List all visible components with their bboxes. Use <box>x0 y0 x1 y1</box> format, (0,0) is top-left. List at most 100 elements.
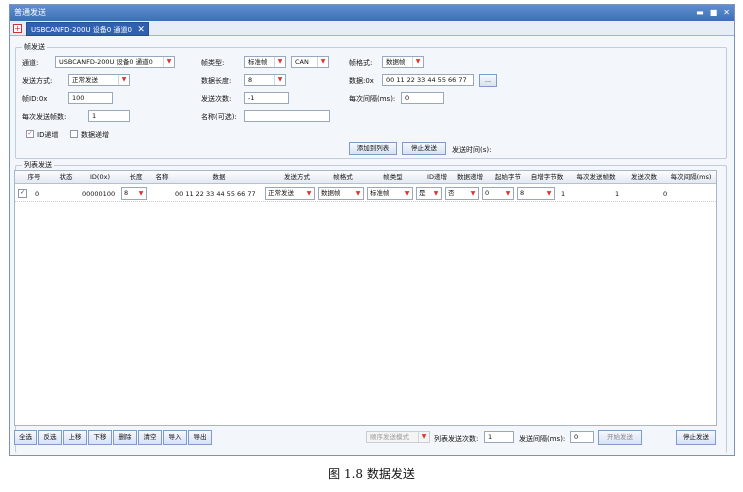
chevron-down-icon: ▼ <box>546 190 552 197</box>
row-count[interactable]: 1 <box>615 188 619 200</box>
delete-button[interactable]: 删除 <box>113 430 137 445</box>
frames-per-send-input[interactable]: 1 <box>88 110 130 122</box>
send-interval-input[interactable]: 0 <box>570 431 594 443</box>
protocol-value: CAN <box>295 58 309 66</box>
table-row[interactable]: ✓ 0 00000100 8 ▼ 00 11 22 33 44 55 66 77 … <box>15 185 716 202</box>
send-count-input[interactable]: -1 <box>244 92 289 104</box>
channel-select[interactable]: USBCANFD-200U 设备0 通道0 ▼ <box>55 56 175 68</box>
col-id-inc[interactable]: ID递增 <box>423 171 451 184</box>
row-select-checkbox[interactable]: ✓ <box>18 189 27 198</box>
col-status[interactable]: 状态 <box>53 171 79 184</box>
col-send-mode[interactable]: 发送方式 <box>277 171 317 184</box>
maximize-icon[interactable]: ■ <box>710 5 718 21</box>
row-id[interactable]: 00000100 <box>82 188 115 200</box>
list-stop-send-button[interactable]: 停止发送 <box>676 430 716 445</box>
frame-type-label: 帧类型: <box>201 59 225 67</box>
protocol-select[interactable]: CAN ▼ <box>291 56 329 68</box>
col-data-inc[interactable]: 数据递增 <box>453 171 487 184</box>
minimize-icon[interactable]: ▬ <box>696 5 704 21</box>
tab-close-icon[interactable]: ✕ <box>137 23 145 37</box>
frame-send-group: 帧发送 通道: USBCANFD-200U 设备0 通道0 ▼ 帧类型: 标准帧 ▼… <box>15 42 727 159</box>
data-input[interactable]: 00 11 22 33 44 55 66 77 <box>382 74 474 86</box>
chevron-down-icon: ▼ <box>418 432 429 442</box>
stop-send-button[interactable]: 停止发送 <box>402 142 446 155</box>
col-length[interactable]: 长度 <box>125 171 147 184</box>
row-inc-bytes-select[interactable]: 8 ▼ <box>517 187 555 200</box>
seq-mode-select[interactable]: 顺序发送模式 ▼ <box>366 431 430 443</box>
id-increment-label: ID递增 <box>37 131 59 139</box>
chevron-down-icon: ▼ <box>404 190 410 197</box>
start-send-button[interactable]: 开始发送 <box>598 430 642 445</box>
col-data[interactable]: 数据 <box>205 171 233 184</box>
table-header: 序号 状态 ID(0x) 长度 名称 数据 发送方式 帧格式 帧类型 ID递增 … <box>15 171 716 184</box>
col-frames-per-send[interactable]: 每次发送帧数 <box>571 171 621 184</box>
send-list-table[interactable]: 序号 状态 ID(0x) 长度 名称 数据 发送方式 帧格式 帧类型 ID递增 … <box>14 170 717 426</box>
data-increment-checkbox[interactable] <box>70 130 78 138</box>
data-length-label: 数据长度: <box>201 77 232 85</box>
col-name[interactable]: 名称 <box>151 171 173 184</box>
row-id-inc-select[interactable]: 是 ▼ <box>416 187 442 200</box>
add-tab-icon[interactable]: + <box>13 24 22 33</box>
select-all-button[interactable]: 全选 <box>14 430 37 445</box>
frame-id-input[interactable]: 100 <box>68 92 113 104</box>
col-index[interactable]: 序号 <box>23 171 45 184</box>
row-send-mode-value: 正常发送 <box>268 189 294 197</box>
col-start-byte[interactable]: 起始字节 <box>491 171 525 184</box>
interval-input[interactable]: 0 <box>401 92 444 104</box>
export-button[interactable]: 导出 <box>188 430 212 445</box>
close-icon[interactable]: ✕ <box>723 5 730 21</box>
list-toolbar: 全选 反选 上移 下移 删除 清空 导入 导出 顺序发送模式 ▼ 列表发送次数: … <box>14 430 717 446</box>
data-length-value: 8 <box>248 76 253 84</box>
row-data-inc-value: 否 <box>448 189 455 197</box>
row-send-mode-select[interactable]: 正常发送 ▼ <box>265 187 315 200</box>
row-length-value: 8 <box>124 189 129 197</box>
send-mode-label: 发送方式: <box>22 77 53 85</box>
col-frame-type[interactable]: 帧类型 <box>377 171 409 184</box>
name-input[interactable] <box>244 110 330 122</box>
chevron-down-icon: ▼ <box>412 57 423 67</box>
invert-select-button[interactable]: 反选 <box>38 430 62 445</box>
id-increment-checkbox[interactable]: ✓ <box>26 130 34 138</box>
frame-type-value: 标准帧 <box>248 58 268 66</box>
data-increment-label: 数据递增 <box>81 131 109 139</box>
send-mode-value: 正常发送 <box>72 76 98 84</box>
chevron-down-icon: ▼ <box>355 190 361 197</box>
row-frames[interactable]: 1 <box>561 188 565 200</box>
channel-value: USBCANFD-200U 设备0 通道0 <box>59 58 153 66</box>
frame-format-select[interactable]: 数据帧 ▼ <box>382 56 424 68</box>
col-inc-bytes[interactable]: 自增字节数 <box>527 171 567 184</box>
col-send-count[interactable]: 发送次数 <box>627 171 661 184</box>
channel-label: 通道: <box>22 59 39 67</box>
chevron-down-icon: ▼ <box>274 57 285 67</box>
col-frame-format[interactable]: 帧格式 <box>327 171 359 184</box>
clear-button[interactable]: 清空 <box>138 430 162 445</box>
import-button[interactable]: 导入 <box>163 430 187 445</box>
frame-type-select[interactable]: 标准帧 ▼ <box>244 56 286 68</box>
move-down-button[interactable]: 下移 <box>88 430 112 445</box>
row-interval[interactable]: 0 <box>663 188 667 200</box>
tab-channel[interactable]: USBCANFD-200U 设备0 通道0 ✕ <box>26 22 149 36</box>
data-more-button[interactable]: ... <box>479 74 497 87</box>
chevron-down-icon: ▼ <box>118 75 129 85</box>
send-interval-label: 发送间隔(ms): <box>519 435 566 443</box>
move-up-button[interactable]: 上移 <box>63 430 87 445</box>
chevron-down-icon: ▼ <box>317 57 328 67</box>
name-label: 名称(可选): <box>201 113 237 121</box>
row-type-select[interactable]: 标准帧 ▼ <box>367 187 413 200</box>
row-data[interactable]: 00 11 22 33 44 55 66 77 <box>175 188 256 200</box>
frame-format-value: 数据帧 <box>386 58 406 66</box>
row-data-inc-select[interactable]: 否 ▼ <box>445 187 479 200</box>
row-format-select[interactable]: 数据帧 ▼ <box>318 187 364 200</box>
send-mode-select[interactable]: 正常发送 ▼ <box>68 74 130 86</box>
row-index: 0 <box>35 190 40 198</box>
col-id[interactable]: ID(0x) <box>83 171 117 184</box>
col-interval[interactable]: 每次间隔(ms) <box>667 171 715 184</box>
row-start-byte-select[interactable]: 0 ▼ <box>482 187 514 200</box>
chevron-down-icon: ▼ <box>138 190 144 197</box>
frame-id-label: 帧ID:0x <box>22 95 48 103</box>
chevron-down-icon: ▼ <box>163 57 174 67</box>
add-to-list-button[interactable]: 添加到列表 <box>349 142 397 155</box>
row-length-select[interactable]: 8 ▼ <box>121 187 147 200</box>
list-count-input[interactable]: 1 <box>484 431 514 443</box>
data-length-select[interactable]: 8 ▼ <box>244 74 286 86</box>
